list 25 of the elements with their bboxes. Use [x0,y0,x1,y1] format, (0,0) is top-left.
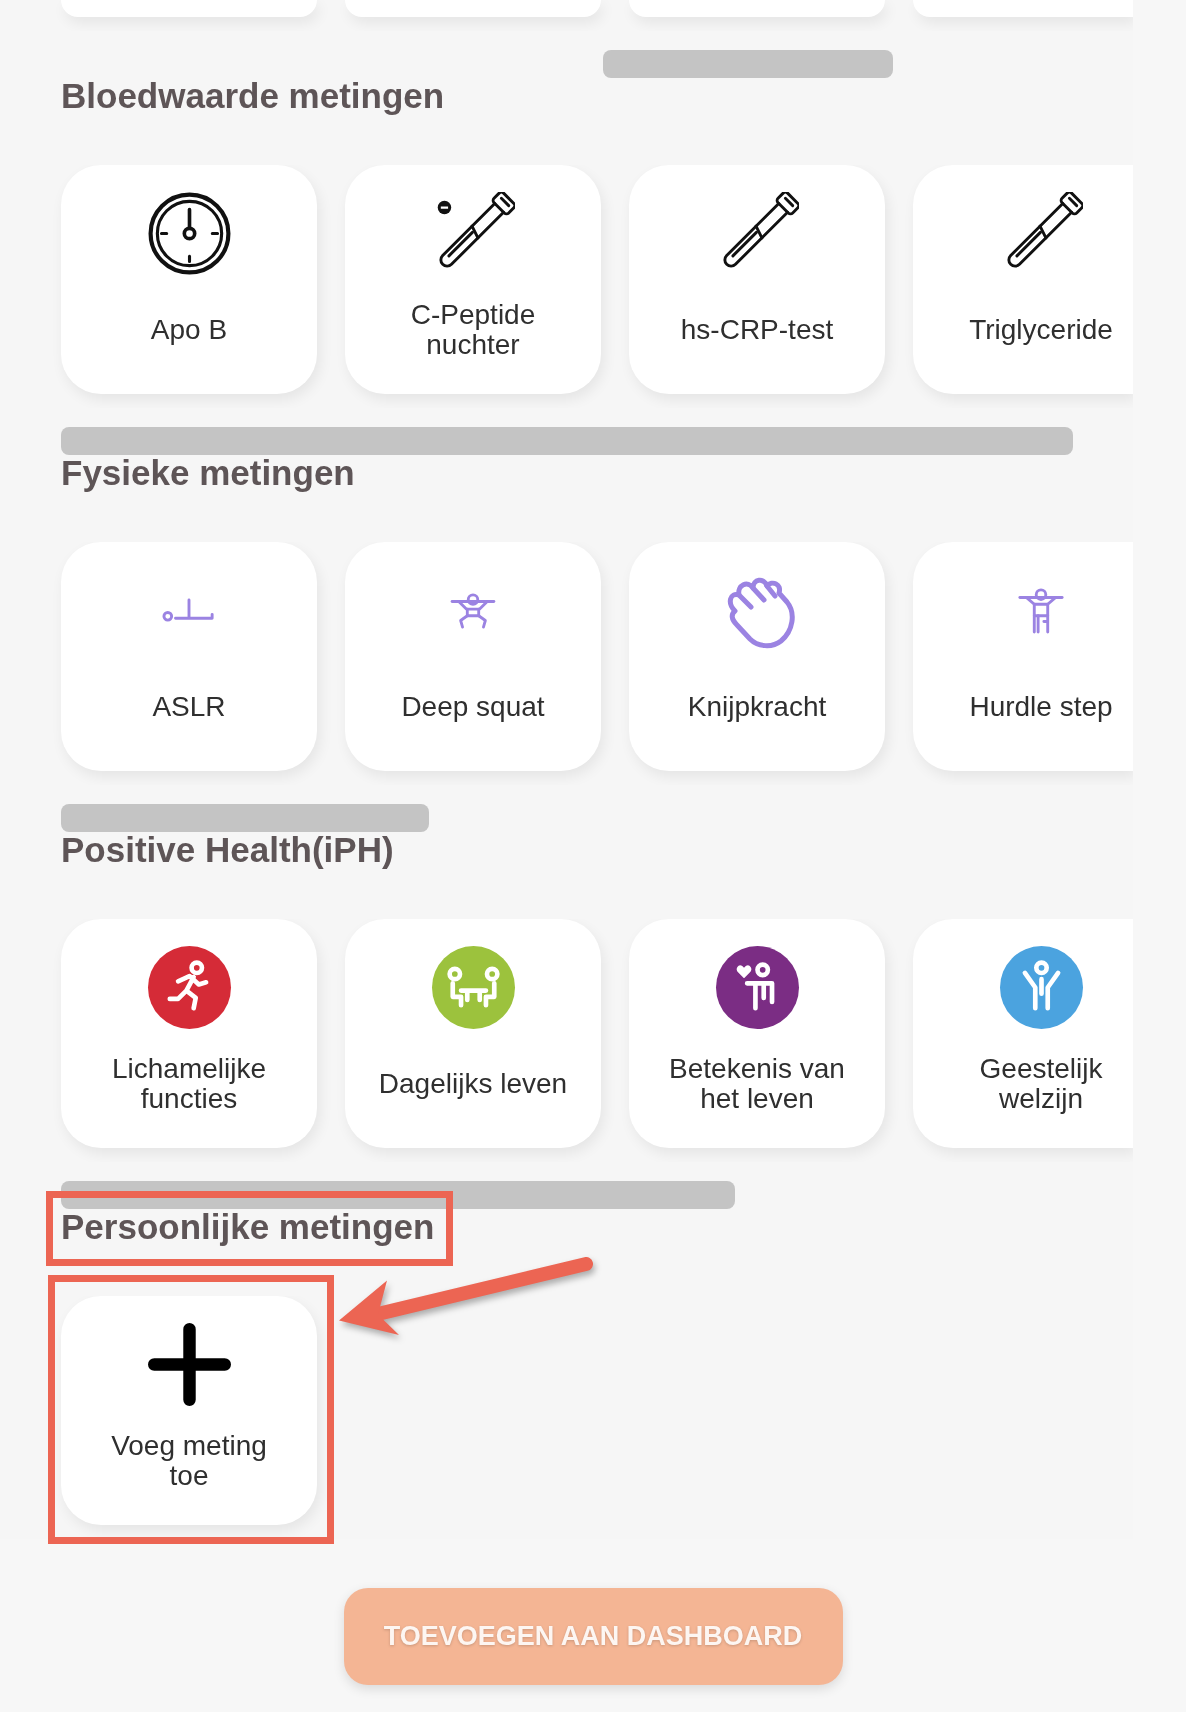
lying-figure-icon [162,596,216,625]
standing-figure-icon [1017,586,1065,635]
scrollbar[interactable] [61,427,1073,455]
scrollbar[interactable] [603,50,893,78]
plus-icon [147,1323,231,1406]
measurement-tile[interactable]: Hurdle step [913,542,1133,771]
section-title: Positive Health(iPH) [61,832,394,867]
measurement-tile[interactable]: Dagelijks leven [345,919,601,1148]
measurement-tile[interactable]: Lichamelijke functies [61,919,317,1148]
measurement-tile[interactable]: C-Peptide nuchter [345,165,601,394]
squat-figure-icon [449,591,497,630]
measurement-tile[interactable]: Betekenis van het leven [629,919,885,1148]
clock-icon [147,192,231,275]
measurement-tile[interactable]: ASLR [61,542,317,771]
section-title: Bloedwaarde metingen [61,78,445,113]
section-title: Persoonlijke metingen [61,1209,435,1244]
measurement-tile[interactable]: Deep squat [345,542,601,771]
measurement-tile[interactable]: Triglyceride [913,165,1133,394]
measurement-tile[interactable]: Knijpkracht [629,542,885,771]
section-title: Fysieke metingen [61,455,355,490]
measurement-tile[interactable]: Geestelijk welzijn [913,919,1133,1148]
measurement-tile[interactable]: Voeg meting toe [61,1296,317,1525]
measurement-tile[interactable]: Apo B [61,165,317,394]
scrollbar[interactable] [61,804,429,832]
measurement-tile[interactable]: hs-CRP-test [629,165,885,394]
